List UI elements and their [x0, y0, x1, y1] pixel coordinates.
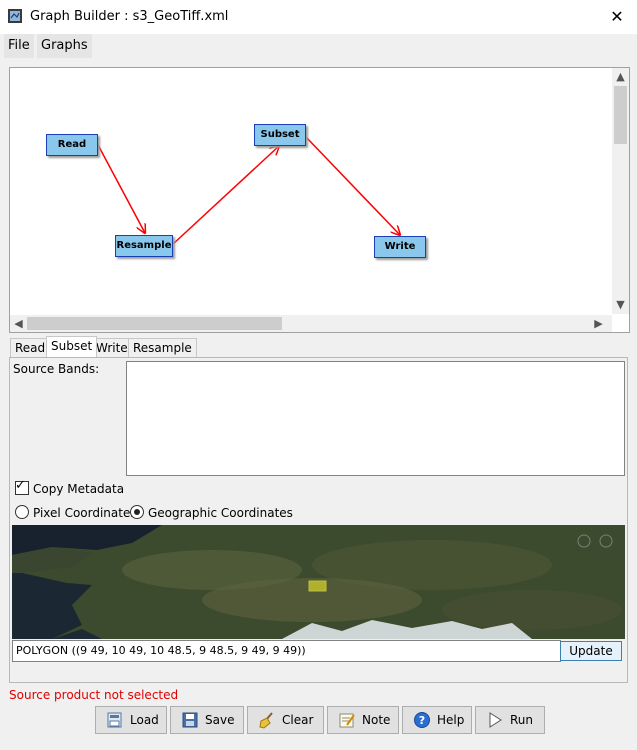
node-resample[interactable]: Resample	[115, 235, 173, 257]
source-bands-list[interactable]	[126, 361, 625, 476]
scroll-right-icon[interactable]: ▶	[590, 315, 607, 332]
save-icon	[182, 712, 198, 728]
graph-edges	[96, 135, 612, 246]
scroll-down-icon[interactable]: ▼	[612, 296, 629, 313]
copy-metadata-checkbox[interactable]: ✓	[15, 478, 29, 495]
source-bands-label: Source Bands:	[13, 362, 100, 376]
scroll-left-icon[interactable]: ◀	[10, 315, 27, 332]
play-icon	[489, 712, 502, 728]
load-button[interactable]: Load	[95, 706, 167, 734]
tab-read[interactable]: Read	[10, 338, 51, 357]
help-button[interactable]: ? Help	[402, 706, 472, 734]
edge-subset-write	[304, 135, 400, 235]
load-label: Load	[130, 713, 159, 727]
pixel-coordinates-radio[interactable]	[15, 505, 29, 519]
geographic-coordinates-option[interactable]: Geographic Coordinates	[130, 505, 293, 520]
vertical-scrollbar[interactable]: ▲ ▼	[612, 68, 629, 314]
edge-read-resample	[96, 142, 145, 233]
update-button[interactable]: Update	[560, 641, 622, 661]
save-label: Save	[205, 713, 235, 727]
broom-icon	[259, 712, 273, 729]
scroll-up-icon[interactable]: ▲	[612, 68, 629, 85]
run-label: Run	[510, 713, 534, 727]
help-icon: ?	[414, 712, 430, 728]
copy-metadata-option[interactable]: ✓ Copy Metadata	[15, 478, 125, 496]
note-label: Note	[362, 713, 391, 727]
clear-button[interactable]: Clear	[247, 706, 324, 734]
node-read[interactable]: Read	[46, 134, 98, 156]
checkmark-icon: ✓	[15, 478, 26, 493]
pixel-coordinates-label: Pixel Coordinates	[33, 506, 137, 520]
tab-write[interactable]: Write	[91, 338, 133, 357]
status-message: Source product not selected	[9, 688, 179, 702]
satellite-map	[12, 525, 625, 639]
help-label: Help	[437, 713, 465, 727]
copy-metadata-label: Copy Metadata	[33, 482, 125, 496]
pixel-coordinates-option[interactable]: Pixel Coordinates	[15, 505, 137, 520]
close-icon: ✕	[610, 7, 624, 26]
geographic-coordinates-radio[interactable]	[130, 505, 144, 519]
svg-text:?: ?	[419, 714, 425, 727]
menu-graphs[interactable]: Graphs	[37, 34, 92, 58]
node-write[interactable]: Write	[374, 236, 426, 258]
menu-bar: File Graphs	[0, 34, 637, 58]
horizontal-scroll-thumb[interactable]	[27, 317, 282, 330]
node-subset[interactable]: Subset	[254, 124, 306, 146]
tab-resample[interactable]: Resample	[128, 338, 197, 357]
save-button[interactable]: Save	[170, 706, 244, 734]
geographic-coordinates-label: Geographic Coordinates	[148, 506, 293, 520]
run-button[interactable]: Run	[475, 706, 545, 734]
polygon-wkt-field[interactable]: POLYGON ((9 49, 10 49, 10 48.5, 9 48.5, …	[12, 640, 561, 662]
graph-builder-icon	[8, 9, 22, 23]
edge-resample-subset	[171, 146, 279, 246]
menu-file[interactable]: File	[4, 34, 34, 58]
clear-label: Clear	[282, 713, 314, 727]
vertical-scroll-thumb[interactable]	[614, 86, 627, 144]
load-icon	[107, 712, 122, 728]
window-title: Graph Builder : s3_GeoTiff.xml	[30, 9, 229, 24]
world-map-view[interactable]	[12, 525, 625, 639]
graph-canvas[interactable]: Read Resample Subset Write ▲ ▼ ◀ ▶	[9, 67, 630, 333]
horizontal-scrollbar[interactable]: ◀ ▶	[10, 315, 612, 332]
note-icon	[339, 713, 355, 728]
close-button[interactable]: ✕	[603, 4, 631, 30]
tab-subset[interactable]: Subset	[46, 336, 98, 357]
title-bar: Graph Builder : s3_GeoTiff.xml ✕	[0, 0, 637, 34]
note-button[interactable]: Note	[327, 706, 399, 734]
subset-panel: Source Bands: ✓ Copy Metadata Pixel Coord…	[9, 357, 628, 683]
